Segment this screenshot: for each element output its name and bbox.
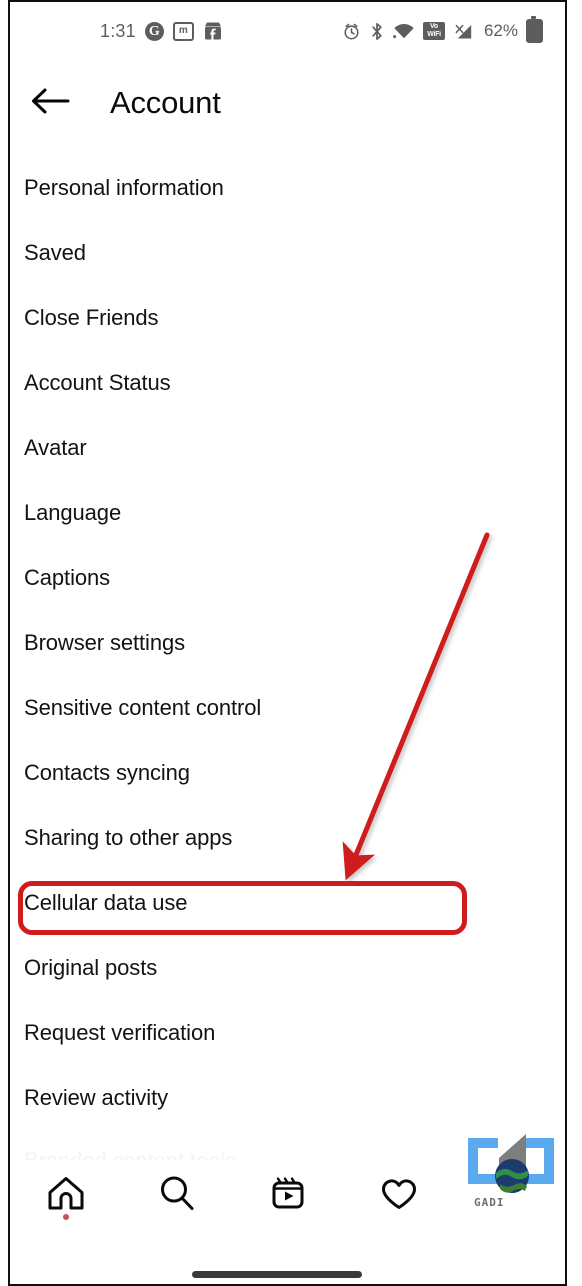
- volte-line-1: Vo: [430, 23, 438, 30]
- list-item-label: Sensitive content control: [24, 695, 262, 720]
- list-item-label: Close Friends: [24, 305, 159, 330]
- arrow-left-icon: [30, 85, 70, 122]
- volte-line-2: WiFi: [427, 31, 441, 38]
- messenger-m-icon-glyph: m: [172, 21, 194, 41]
- list-item-label: Account Status: [24, 370, 171, 395]
- list-item-close-friends[interactable]: Close Friends: [10, 295, 565, 341]
- list-item-language[interactable]: Language: [10, 490, 565, 536]
- status-bar-left-group: 1:31 G m: [100, 2, 223, 60]
- status-bar-clock: 1:31: [100, 20, 136, 41]
- search-icon: [155, 1171, 199, 1220]
- settings-list: Personal information Saved Close Friends…: [10, 150, 565, 1173]
- alarm-icon: [342, 22, 361, 41]
- list-item-label: Browser settings: [24, 630, 186, 655]
- list-item-label: Contacts syncing: [24, 760, 190, 785]
- list-item-account-status[interactable]: Account Status: [10, 360, 565, 406]
- messenger-m-icon: m: [172, 21, 194, 41]
- list-item-avatar[interactable]: Avatar: [10, 425, 565, 471]
- home-tab-active-dot: [62, 1214, 69, 1220]
- list-item-captions[interactable]: Captions: [10, 555, 565, 601]
- google-icon: G: [144, 21, 164, 41]
- watermark-logo: [466, 1132, 558, 1204]
- volte-wifi-icon: Vo WiFi: [422, 22, 445, 40]
- list-item-personal-information[interactable]: Personal information: [10, 165, 565, 211]
- list-item-label: Sharing to other apps: [24, 825, 233, 850]
- list-item-saved[interactable]: Saved: [10, 230, 565, 276]
- volte-wifi-icon-glyph: Vo WiFi: [422, 22, 445, 40]
- list-item-label: Review activity: [24, 1085, 168, 1110]
- home-tab[interactable]: [10, 1160, 121, 1230]
- list-item-browser-settings[interactable]: Browser settings: [10, 620, 565, 666]
- back-button[interactable]: [25, 78, 75, 128]
- watermark-caption: GADI: [474, 1196, 505, 1209]
- page-title: Account: [110, 85, 221, 120]
- list-item-sensitive-content-control[interactable]: Sensitive content control: [10, 685, 565, 731]
- list-item-label: Language: [24, 500, 122, 525]
- list-item-label: Saved: [24, 240, 86, 265]
- list-item-label: Request verification: [24, 1020, 216, 1045]
- app-header: Account: [10, 60, 565, 145]
- bluetooth-icon: [369, 22, 385, 41]
- status-bar: 1:31 G m Vo WiFi 62%: [10, 2, 565, 60]
- status-bar-right-group: Vo WiFi 62%: [342, 2, 543, 60]
- cellular-signal-icon: [453, 21, 474, 41]
- list-item-review-activity[interactable]: Review activity: [10, 1075, 565, 1121]
- list-item-label: Original posts: [24, 955, 158, 980]
- list-item-original-posts[interactable]: Original posts: [10, 945, 565, 991]
- list-item-label: Personal information: [24, 175, 224, 200]
- battery-percent-label: 62%: [483, 21, 518, 40]
- battery-icon: [526, 16, 543, 43]
- phone-frame-right-edge: [565, 0, 567, 1286]
- battery-icon-shape: [526, 16, 543, 43]
- search-tab[interactable]: [121, 1160, 232, 1230]
- reels-tab[interactable]: [232, 1160, 343, 1230]
- heart-icon: [377, 1171, 421, 1220]
- list-item-label: Avatar: [24, 435, 87, 460]
- wifi-icon: [393, 22, 415, 40]
- facebook-marketplace-icon: [203, 21, 223, 41]
- activity-tab[interactable]: [343, 1160, 454, 1230]
- phone-screen: 1:31 G m Vo WiFi 62% Account Personal in…: [0, 0, 582, 1286]
- home-gesture-bar[interactable]: [192, 1271, 362, 1278]
- google-icon-glyph: G: [144, 21, 164, 41]
- home-icon: [44, 1171, 88, 1220]
- red-highlight-box: [18, 881, 467, 935]
- list-item-request-verification[interactable]: Request verification: [10, 1010, 565, 1056]
- reels-icon: [266, 1171, 310, 1220]
- list-item-contacts-syncing[interactable]: Contacts syncing: [10, 750, 565, 796]
- list-item-sharing-to-other-apps[interactable]: Sharing to other apps: [10, 815, 565, 861]
- list-item-label: Captions: [24, 565, 111, 590]
